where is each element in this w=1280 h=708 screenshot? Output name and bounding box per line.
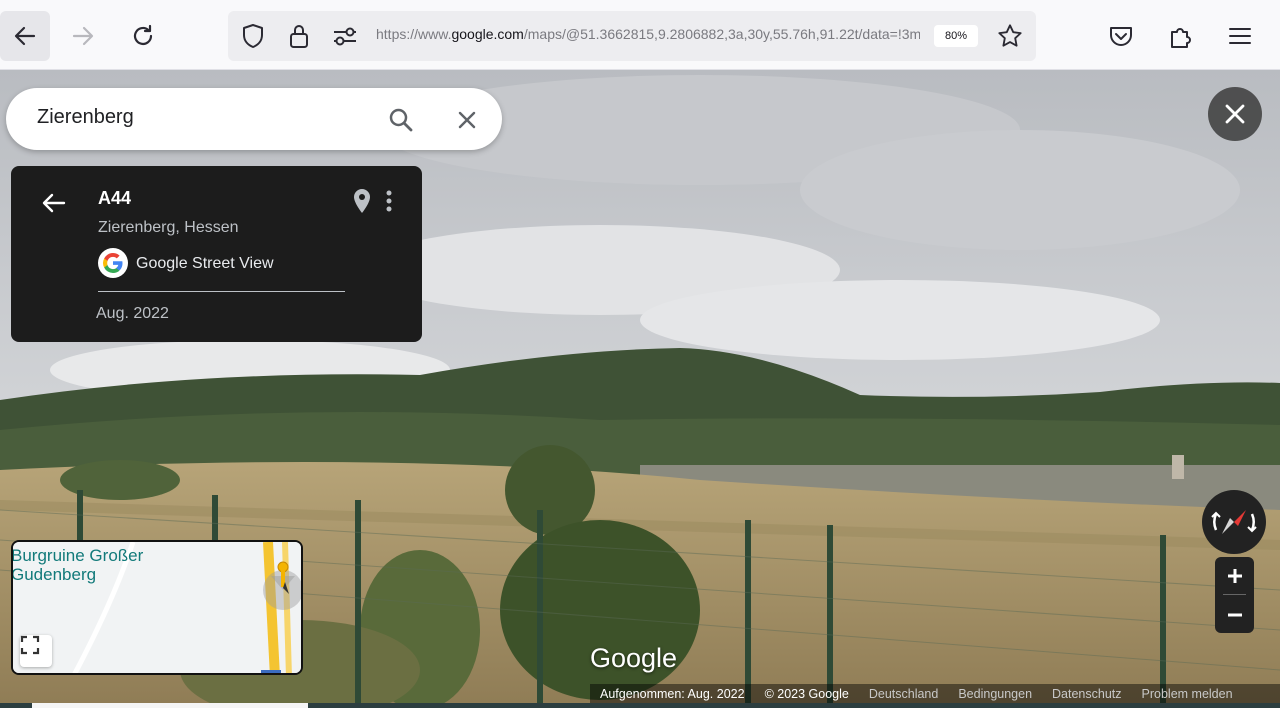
- shield-icon[interactable]: [240, 23, 266, 49]
- pocket-icon: [1110, 27, 1132, 46]
- location-info-card: A44 Zierenberg, Hessen Google Street Vie…: [11, 166, 422, 342]
- zoom-level-badge[interactable]: 80%: [934, 25, 978, 47]
- filmstrip-highlight: [32, 703, 308, 708]
- copyright-label: © 2023 Google: [764, 687, 849, 701]
- url-prefix: https://www.: [376, 26, 452, 42]
- close-icon: [458, 111, 476, 129]
- place-title: A44: [98, 188, 132, 208]
- search-input[interactable]: Zierenberg: [37, 106, 134, 129]
- source-label: Google Street View: [136, 255, 274, 272]
- zoom-control: [1215, 557, 1254, 633]
- reload-button[interactable]: [118, 11, 168, 61]
- country-link[interactable]: Deutschland: [869, 687, 939, 701]
- footer-bar: Aufgenommen: Aug. 2022 © 2023 Google Deu…: [590, 684, 1280, 704]
- card-back-button[interactable]: [37, 186, 71, 220]
- place-subtitle: Zierenberg, Hessen: [98, 219, 239, 236]
- reload-icon: [133, 24, 153, 45]
- google-g-logo-icon: [98, 248, 128, 278]
- report-problem-link[interactable]: Problem melden: [1142, 687, 1233, 701]
- hamburger-icon: [1229, 28, 1251, 44]
- permissions-icon[interactable]: [332, 23, 358, 49]
- address-bar[interactable]: https://www.google.com/maps/@51.3662815,…: [228, 11, 1036, 61]
- card-divider: [98, 291, 345, 292]
- map-place-label[interactable]: Burgruine Großer Gudenberg: [13, 546, 143, 584]
- compass-icon: [1211, 510, 1257, 534]
- mini-map[interactable]: Burgruine Großer Gudenberg: [11, 540, 303, 675]
- location-pin-icon: [354, 189, 370, 213]
- arrow-right-icon: [72, 26, 94, 46]
- clear-search-button[interactable]: [450, 103, 484, 137]
- extensions-button[interactable]: [1156, 11, 1206, 61]
- back-button[interactable]: [0, 11, 50, 61]
- forward-button[interactable]: [58, 11, 108, 61]
- search-icon: [389, 108, 413, 132]
- url-text[interactable]: https://www.google.com/maps/@51.3662815,…: [376, 26, 920, 46]
- minus-icon: [1227, 613, 1242, 616]
- puzzle-icon: [1171, 28, 1191, 48]
- pocket-button[interactable]: [1096, 11, 1146, 61]
- zoom-out-button[interactable]: [1215, 596, 1254, 633]
- url-host: google.com: [451, 26, 524, 42]
- menu-button[interactable]: [1215, 11, 1265, 61]
- captured-date-label: Aufgenommen: Aug. 2022: [600, 687, 745, 701]
- arrow-left-icon: [42, 193, 66, 213]
- more-vert-icon: [386, 190, 392, 212]
- google-logo: Google: [590, 643, 678, 673]
- fullscreen-icon: [20, 635, 40, 655]
- zoom-divider: [1223, 594, 1246, 595]
- plus-icon: [1227, 568, 1242, 583]
- lock-icon[interactable]: [286, 23, 312, 49]
- bookmark-star-icon[interactable]: [997, 23, 1023, 49]
- privacy-link[interactable]: Datenschutz: [1052, 687, 1121, 701]
- expand-map-button[interactable]: [20, 635, 52, 667]
- terms-link[interactable]: Bedingungen: [958, 687, 1032, 701]
- search-box[interactable]: Zierenberg: [6, 88, 502, 150]
- close-street-view-button[interactable]: [1208, 87, 1262, 141]
- bottom-filmstrip: [0, 703, 1280, 708]
- location-pin-button[interactable]: [349, 186, 375, 216]
- arrow-left-icon: [14, 26, 36, 46]
- compass-control[interactable]: [1202, 490, 1266, 554]
- search-button[interactable]: [384, 103, 418, 137]
- zoom-in-button[interactable]: [1215, 557, 1254, 594]
- close-icon: [1225, 104, 1245, 124]
- url-path: /maps/@51.3662815,9.2806882,3a,30y,55.76…: [523, 26, 920, 42]
- capture-date[interactable]: Aug. 2022: [96, 305, 169, 323]
- browser-toolbar: https://www.google.com/maps/@51.3662815,…: [0, 0, 1280, 70]
- more-options-button[interactable]: [378, 186, 400, 216]
